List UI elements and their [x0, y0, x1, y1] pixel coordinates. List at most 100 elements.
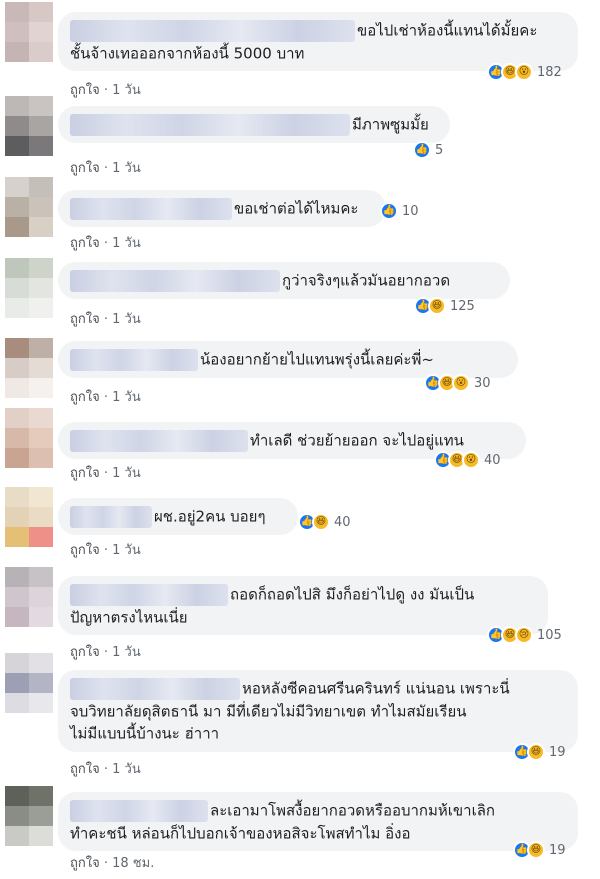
comment-timestamp[interactable]: 1 วัน: [112, 236, 141, 251]
comment-meta: ถูกใจ · 18 ชม.: [70, 852, 154, 873]
avatar[interactable]: [5, 258, 53, 318]
comment-timestamp[interactable]: 1 วัน: [112, 762, 141, 777]
wow-reaction-icon: 😮: [452, 374, 470, 392]
avatar-pixel: [5, 116, 29, 136]
like-link[interactable]: ถูกใจ: [70, 645, 100, 660]
avatar-pixel: [5, 448, 29, 468]
meta-separator: ·: [99, 312, 113, 327]
author-name-blurred[interactable]: [70, 269, 280, 292]
reaction-summary[interactable]: 👍 10: [380, 200, 419, 222]
avatar[interactable]: [5, 567, 53, 627]
reaction-count: 19: [549, 842, 566, 858]
reaction-summary[interactable]: 👍 😆 19: [513, 741, 566, 763]
avatar-pixel: [29, 378, 53, 398]
comment-timestamp[interactable]: 1 วัน: [112, 390, 141, 405]
avatar-pixel: [5, 826, 29, 846]
like-link[interactable]: ถูกใจ: [70, 390, 100, 405]
avatar-pixel: [29, 42, 53, 62]
comment-timestamp[interactable]: 1 วัน: [112, 543, 141, 558]
avatar[interactable]: [5, 487, 53, 547]
wow-reaction-icon: 😮: [462, 451, 480, 469]
reaction-summary[interactable]: 👍 😆 40: [298, 511, 351, 533]
avatar-pixel: [5, 673, 29, 693]
author-name-blurred[interactable]: [70, 197, 232, 220]
avatar-pixel: [29, 22, 53, 42]
haha-reaction-icon: 😆: [527, 841, 545, 859]
comment-timestamp[interactable]: 1 วัน: [112, 466, 141, 481]
reaction-summary[interactable]: 👍 5: [413, 139, 443, 161]
comment-text: น้องอยากย้ายไปแทนพรุ่งนี้เลยค่ะพี่~: [200, 350, 434, 369]
avatar-pixel: [29, 673, 53, 693]
author-name-blurred[interactable]: [70, 677, 240, 700]
reaction-summary[interactable]: 👍 😆 😮 30: [424, 372, 491, 394]
avatar-pixel: [29, 217, 53, 237]
like-link[interactable]: ถูกใจ: [70, 543, 100, 558]
avatar-pixel: [29, 258, 53, 278]
reaction-count: 40: [484, 452, 501, 468]
author-name-blurred[interactable]: [70, 19, 355, 42]
comment-timestamp[interactable]: 1 วัน: [112, 83, 141, 98]
avatar-pixel: [29, 136, 53, 156]
comment-timestamp[interactable]: 1 วัน: [112, 161, 141, 176]
comment-text: ไม่มีแบบนี้บ้างนะ ฮ่าาา: [70, 724, 220, 743]
avatar-pixel: [29, 507, 53, 527]
avatar[interactable]: [5, 177, 53, 237]
sad-reaction-icon: 😢: [515, 626, 533, 644]
like-link[interactable]: ถูกใจ: [70, 83, 100, 98]
avatar[interactable]: [5, 2, 53, 62]
comment-text: ชั้นจ้างเทอออกจากห้องนี้ 5000 บาท: [70, 44, 305, 62]
haha-reaction-icon: 😆: [428, 297, 446, 315]
avatar[interactable]: [5, 653, 53, 713]
comment-bubble: ผช.อยู่2คน บอยๆ: [58, 498, 298, 535]
comment-meta: ถูกใจ · 1 วัน: [70, 641, 141, 662]
author-name-blurred[interactable]: [70, 583, 228, 606]
avatar-pixel: [5, 338, 29, 358]
comment-timestamp[interactable]: 1 วัน: [112, 312, 141, 327]
like-link[interactable]: ถูกใจ: [70, 856, 100, 871]
avatar-pixel: [29, 587, 53, 607]
avatar-pixel: [29, 197, 53, 217]
like-link[interactable]: ถูกใจ: [70, 236, 100, 251]
comment-timestamp[interactable]: 1 วัน: [112, 645, 141, 660]
comment-text: ทำคะชนี หล่อนก็ไปบอกเจ้าของหอสิจะโพสทำไม…: [70, 824, 411, 842]
comment-bubble: ขอเช่าต่อได้ไหมคะ: [58, 190, 386, 227]
avatar-pixel: [29, 693, 53, 713]
comment-bubble: หอหลังซีคอนศรีนครินทร์ แน่นอน เพราะนี่ จ…: [58, 670, 578, 752]
like-link[interactable]: ถูกใจ: [70, 466, 100, 481]
like-link[interactable]: ถูกใจ: [70, 161, 100, 176]
comment-timestamp[interactable]: 18 ชม.: [112, 856, 154, 871]
comment-text: จบวิทยาลัยดุสิตธานี มา มีที่เดียวไม่มีวิ…: [70, 702, 467, 720]
comment-bubble: กูว่าจริงๆแล้วมันอยากอวด: [58, 262, 510, 299]
reaction-count: 5: [435, 142, 444, 158]
comment-text: ขอเช่าต่อได้ไหมคะ: [234, 199, 359, 218]
avatar-pixel: [29, 96, 53, 116]
avatar[interactable]: [5, 408, 53, 468]
avatar-pixel: [5, 653, 29, 673]
like-link[interactable]: ถูกใจ: [70, 312, 100, 327]
avatar[interactable]: [5, 96, 53, 156]
author-name-blurred[interactable]: [70, 429, 248, 452]
avatar-pixel: [5, 298, 29, 318]
reaction-summary[interactable]: 👍 😆 😮 182: [487, 61, 562, 83]
reaction-count: 10: [402, 203, 419, 219]
author-name-blurred[interactable]: [70, 348, 198, 371]
avatar[interactable]: [5, 786, 53, 846]
reaction-summary[interactable]: 👍 😆 125: [414, 295, 475, 317]
comment-bubble: มีภาพซูมมั้ย: [58, 106, 450, 143]
avatar-pixel: [29, 278, 53, 298]
like-link[interactable]: ถูกใจ: [70, 762, 100, 777]
author-name-blurred[interactable]: [70, 113, 350, 136]
author-name-blurred[interactable]: [70, 505, 152, 528]
meta-separator: ·: [99, 390, 113, 405]
reaction-summary[interactable]: 👍 😆 19: [513, 839, 566, 861]
comment-text: หอหลังซีคอนศรีนครินทร์ แน่นอน เพราะนี่: [242, 679, 510, 698]
avatar-pixel: [29, 653, 53, 673]
avatar-pixel: [29, 527, 53, 547]
avatar-pixel: [5, 258, 29, 278]
reaction-summary[interactable]: 👍 😆 😮 40: [434, 449, 501, 471]
meta-separator: ·: [99, 161, 113, 176]
reaction-summary[interactable]: 👍 😆 😢 105: [487, 624, 562, 646]
avatar[interactable]: [5, 338, 53, 398]
author-name-blurred[interactable]: [70, 799, 208, 822]
avatar-pixel: [5, 408, 29, 428]
